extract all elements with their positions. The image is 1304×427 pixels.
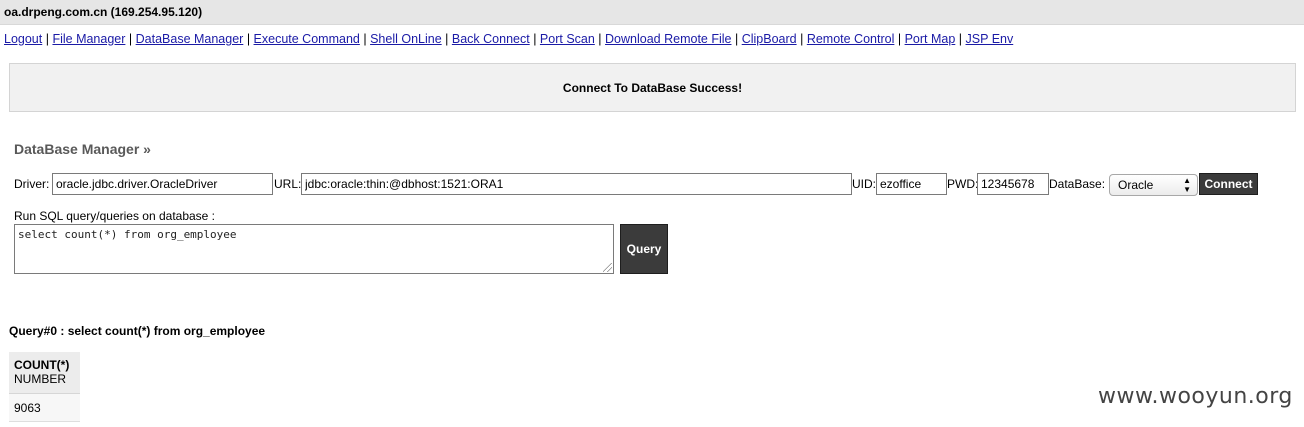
nav-separator: | (800, 32, 804, 46)
resize-grip-icon[interactable] (603, 263, 612, 272)
notice-text: Connect To DataBase Success! (562, 81, 743, 95)
host-title-bar: oa.drpeng.com.cn (169.254.95.120) (0, 0, 1304, 25)
column-type: NUMBER (14, 372, 67, 386)
database-selected: Oracle (1118, 178, 1154, 192)
database-label: DataBase: (1049, 177, 1106, 191)
nav-remote-control[interactable]: Remote Control (807, 32, 895, 46)
pwd-input[interactable] (977, 173, 1049, 195)
nav-jsp-env[interactable]: JSP Env (966, 32, 1014, 46)
sql-textarea[interactable]: select count(*) from org_employee (14, 224, 614, 274)
pwd-label: PWD: (947, 177, 979, 191)
nav-shell-online[interactable]: Shell OnLine (370, 32, 442, 46)
result-header: COUNT(*) NUMBER (9, 352, 80, 394)
nav-separator: | (598, 32, 602, 46)
nav-separator: | (246, 32, 251, 46)
query-result-title: Query#0 : select count(*) from org_emplo… (9, 324, 266, 338)
sql-text: select count(*) from org_employee (18, 228, 237, 241)
nav-bar: Logout | File Manager | DataBase Manager… (0, 30, 1304, 54)
nav-separator: | (363, 32, 367, 46)
database-select[interactable]: Oracle ▲ ▼ (1109, 174, 1198, 196)
nav-logout[interactable]: Logout (4, 32, 42, 46)
nav-execute-command[interactable]: Execute Command (254, 32, 360, 46)
nav-port-scan[interactable]: Port Scan (540, 32, 595, 46)
section-title: DataBase Manager » (14, 141, 151, 157)
watermark: www.wooyun.org (1098, 384, 1293, 409)
url-input[interactable] (301, 173, 852, 195)
nav-file-manager[interactable]: File Manager (52, 32, 125, 46)
nav-database-manager[interactable]: DataBase Manager (136, 32, 244, 46)
result-table: COUNT(*) NUMBER 9063 (9, 352, 80, 422)
driver-input[interactable] (52, 173, 273, 195)
connect-button[interactable]: Connect (1199, 173, 1258, 195)
uid-input[interactable] (876, 173, 947, 195)
nav-separator: | (533, 32, 537, 46)
nav-separator: | (897, 32, 902, 46)
nav-separator: | (45, 32, 49, 46)
success-notice: Connect To DataBase Success! (9, 63, 1296, 112)
driver-label: Driver: (14, 177, 50, 191)
nav-separator: | (128, 32, 133, 46)
nav-separator: | (734, 32, 739, 46)
uid-label: UID: (852, 177, 876, 191)
column-name: COUNT(*) (14, 358, 70, 372)
nav-clipboard[interactable]: ClipBoard (742, 32, 797, 46)
sql-label: Run SQL query/queries on database : (14, 209, 216, 223)
nav-port-map[interactable]: Port Map (905, 32, 956, 46)
result-cell: 9063 (9, 394, 80, 422)
nav-back-connect[interactable]: Back Connect (452, 32, 530, 46)
nav-separator: | (445, 32, 449, 46)
connection-form: Driver: URL: UID: PWD: DataBase: Oracle … (14, 173, 1284, 196)
host-title: oa.drpeng.com.cn (169.254.95.120) (4, 5, 203, 19)
url-label: URL: (274, 177, 302, 191)
select-arrows-icon: ▲ ▼ (1183, 176, 1191, 194)
query-button[interactable]: Query (620, 224, 668, 274)
nav-download-remote-file[interactable]: Download Remote File (605, 32, 731, 46)
nav-separator: | (958, 32, 963, 46)
